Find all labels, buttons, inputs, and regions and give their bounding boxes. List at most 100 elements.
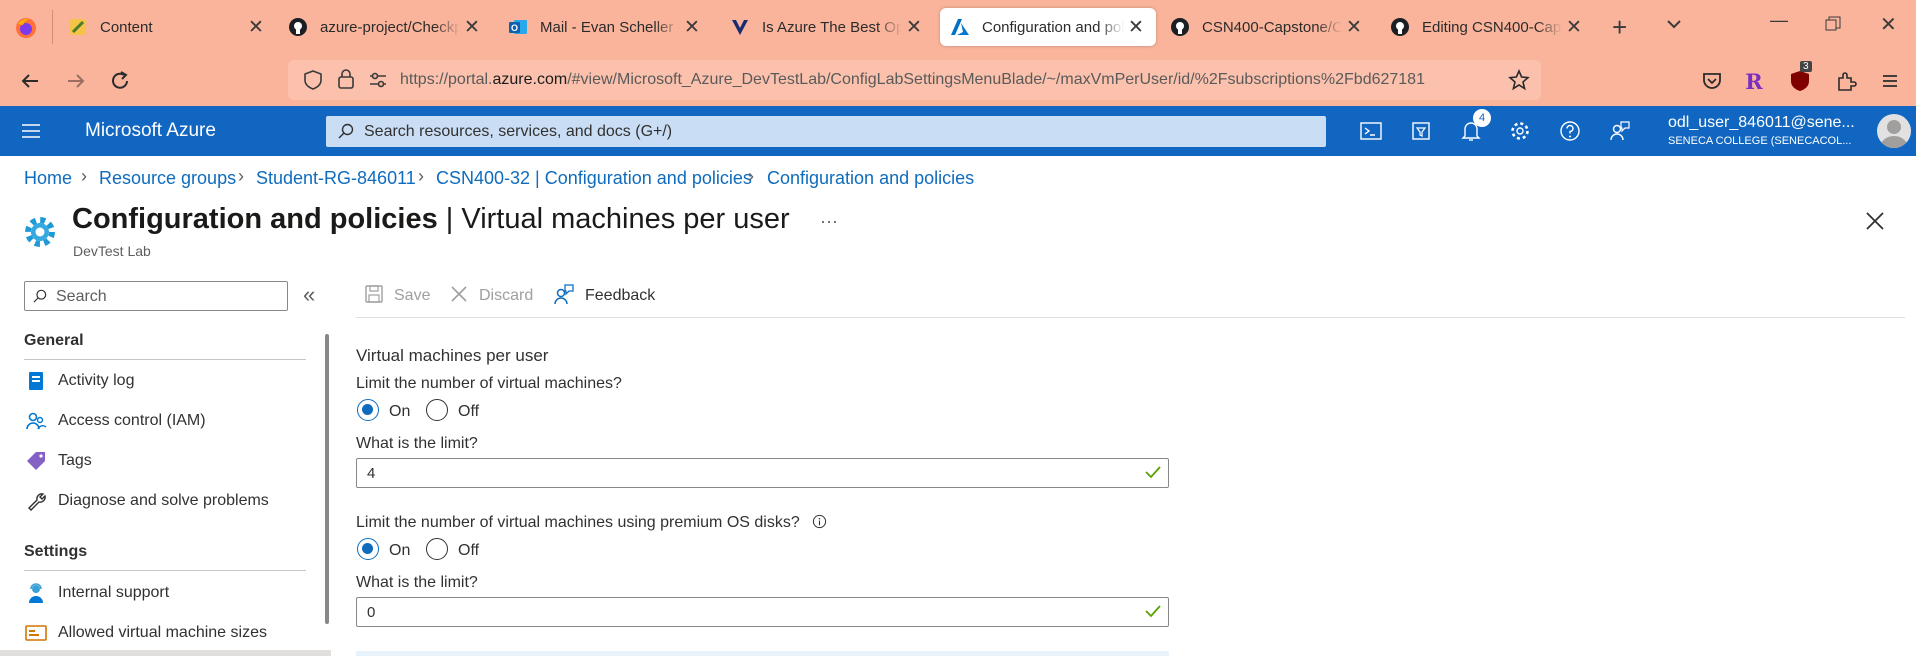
- close-tab-icon[interactable]: ✕: [1124, 16, 1148, 39]
- page-title-sub: Virtual machines per user: [461, 203, 790, 235]
- new-tab-icon[interactable]: +: [1612, 12, 1627, 43]
- tab-is-azure-best-option[interactable]: Is Azure The Best Option ✕: [730, 8, 926, 46]
- restore-window-icon[interactable]: [1825, 12, 1841, 38]
- pocket-icon[interactable]: [1698, 67, 1726, 95]
- close-tab-icon[interactable]: ✕: [680, 16, 704, 39]
- tab-divider: [52, 10, 53, 44]
- permissions-icon[interactable]: [368, 71, 388, 94]
- close-tab-icon[interactable]: ✕: [460, 16, 484, 39]
- premium-limit-label: What is the limit?: [356, 574, 478, 591]
- extension-badge: 3: [1800, 61, 1812, 72]
- extensions-puzzle-icon[interactable]: [1832, 67, 1860, 95]
- close-tab-icon[interactable]: ✕: [244, 16, 268, 39]
- help-icon[interactable]: [1557, 118, 1583, 144]
- premium-vm-limit-field[interactable]: [356, 597, 1169, 627]
- bookmark-star-icon[interactable]: [1508, 68, 1530, 96]
- sidebar-item-access-control[interactable]: Access control (IAM): [24, 408, 206, 434]
- premium-vm-limit-input[interactable]: [367, 603, 1127, 621]
- back-arrow-icon[interactable]: [16, 67, 44, 95]
- portal-menu-icon[interactable]: [18, 118, 44, 144]
- ublock-extension-icon[interactable]: 3: [1786, 61, 1814, 95]
- sidebar-scrollbar[interactable]: [325, 334, 329, 624]
- activity-log-icon: [24, 369, 48, 393]
- collapse-sidebar-icon[interactable]: «: [303, 282, 315, 308]
- r-extension-icon[interactable]: R: [1740, 67, 1768, 95]
- global-search-input[interactable]: Search resources, services, and docs (G+…: [326, 116, 1326, 147]
- azure-icon: [950, 17, 970, 37]
- more-actions-icon[interactable]: ···: [820, 211, 838, 232]
- app-menu-icon[interactable]: [1876, 67, 1904, 95]
- sidebar-item-internal-support[interactable]: Internal support: [24, 580, 169, 606]
- save-icon: [364, 284, 384, 309]
- svg-text:O: O: [511, 23, 518, 33]
- close-blade-icon[interactable]: [1864, 210, 1886, 237]
- sidebar-item-allowed-vm-sizes[interactable]: Allowed virtual machine sizes: [24, 620, 267, 646]
- sidebar-item-activity-log[interactable]: Activity log: [24, 368, 134, 394]
- limit-vms-off-label[interactable]: Off: [458, 403, 479, 421]
- tab-csn400-checkpoint[interactable]: CSN400-Capstone/Checkpoint ✕: [1170, 8, 1366, 46]
- limit-premium-vms-question-text: Limit the number of virtual machines usi…: [356, 514, 800, 531]
- vm-limit-input[interactable]: [367, 464, 1127, 482]
- tab-azure-project[interactable]: azure-project/Checkpoint ✕: [288, 8, 484, 46]
- limit-premium-vms-question: Limit the number of virtual machines usi…: [356, 514, 827, 534]
- save-label: Save: [394, 287, 431, 304]
- avatar[interactable]: [1877, 114, 1911, 148]
- info-banner-edge: [356, 651, 1169, 656]
- tab-title: Mail - Evan Scheller - Outlook: [540, 18, 680, 36]
- chevron-right-icon: ›: [238, 166, 244, 186]
- breadcrumb-lab-configuration[interactable]: CSN400-32 | Configuration and policies: [436, 168, 752, 189]
- cloud-shell-icon[interactable]: [1358, 118, 1384, 144]
- notifications-bell-icon[interactable]: 4: [1458, 109, 1491, 144]
- limit-premium-off-radio[interactable]: [426, 538, 448, 560]
- address-bar[interactable]: https://portal.azure.com/#view/Microsoft…: [288, 60, 1541, 100]
- reload-icon[interactable]: [106, 67, 134, 95]
- breadcrumb-configuration-and-policies[interactable]: Configuration and policies: [767, 168, 974, 189]
- github-icon: [1170, 17, 1190, 37]
- sidebar-item-diagnose[interactable]: Diagnose and solve problems: [24, 488, 269, 514]
- feedback-person-icon[interactable]: [1607, 118, 1633, 144]
- tab-editing-csn400[interactable]: Editing CSN400-Capstone ✕: [1390, 8, 1586, 46]
- tag-icon: [24, 449, 48, 473]
- save-button[interactable]: Save: [364, 284, 430, 308]
- close-tab-icon[interactable]: ✕: [1342, 16, 1366, 39]
- feedback-button[interactable]: Feedback: [553, 283, 655, 308]
- limit-vms-on-radio[interactable]: [357, 399, 379, 421]
- azure-brand[interactable]: Microsoft Azure: [85, 120, 216, 142]
- discard-button[interactable]: Discard: [449, 284, 533, 308]
- limit-premium-on-radio[interactable]: [357, 538, 379, 560]
- tab-configuration-and-policies[interactable]: Configuration and policies ✕: [940, 8, 1156, 46]
- breadcrumb-student-rg[interactable]: Student-RG-846011: [256, 168, 416, 189]
- breadcrumb-resource-groups[interactable]: Resource groups: [99, 168, 236, 189]
- tab-mail[interactable]: O Mail - Evan Scheller - Outlook ✕: [508, 8, 704, 46]
- github-icon: [1390, 17, 1410, 37]
- chevron-right-icon: ›: [418, 166, 424, 186]
- account-name[interactable]: odl_user_846011@sene...: [1668, 114, 1855, 132]
- url-text: https://portal.azure.com/#view/Microsoft…: [400, 71, 1490, 89]
- firefox-menu-icon[interactable]: [14, 16, 38, 40]
- limit-premium-off-label[interactable]: Off: [458, 542, 479, 560]
- info-icon[interactable]: [812, 514, 827, 534]
- tab-title: azure-project/Checkpoint: [320, 18, 460, 36]
- lock-icon[interactable]: [338, 69, 354, 94]
- breadcrumb-home[interactable]: Home: [24, 168, 72, 189]
- settings-gear-icon[interactable]: [1507, 118, 1533, 144]
- sidebar-item-label: Diagnose and solve problems: [58, 492, 269, 509]
- minimize-window-icon[interactable]: —: [1770, 10, 1788, 31]
- sidebar-search-input[interactable]: Search: [24, 281, 288, 311]
- limit-vms-off-radio[interactable]: [426, 399, 448, 421]
- tab-title: Content: [100, 18, 153, 36]
- limit-vms-on-label[interactable]: On: [389, 403, 410, 421]
- tab-content[interactable]: Content ✕: [68, 8, 268, 46]
- people-icon: [24, 409, 48, 433]
- close-tab-icon[interactable]: ✕: [902, 16, 926, 39]
- sidebar-item-tags[interactable]: Tags: [24, 448, 92, 474]
- account-directory[interactable]: SENECA COLLEGE (SENECACOL...: [1668, 135, 1851, 147]
- directory-filter-icon[interactable]: [1408, 118, 1434, 144]
- vm-limit-field[interactable]: [356, 458, 1169, 488]
- list-all-tabs-icon[interactable]: [1664, 14, 1684, 40]
- limit-premium-on-label[interactable]: On: [389, 542, 410, 560]
- close-window-icon[interactable]: ✕: [1880, 12, 1897, 37]
- close-tab-icon[interactable]: ✕: [1562, 16, 1586, 39]
- tracking-protection-icon[interactable]: [304, 70, 322, 95]
- forward-arrow-icon[interactable]: [62, 67, 90, 95]
